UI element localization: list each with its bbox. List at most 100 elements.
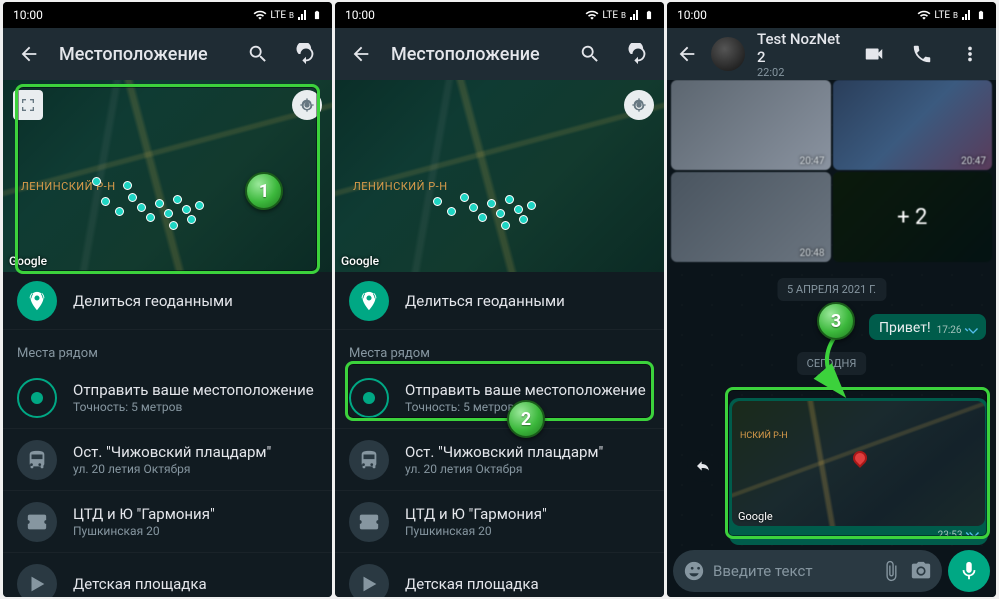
place-row-playground[interactable]: Детская площадка bbox=[3, 553, 332, 597]
google-logo: Google bbox=[738, 510, 773, 523]
share-live-location-row[interactable]: Делиться геоданными bbox=[335, 272, 664, 330]
send-current-location-row[interactable]: Отправить ваше местоположение Точность: … bbox=[3, 367, 332, 429]
more-icon[interactable] bbox=[952, 36, 988, 72]
appbar: Местоположение bbox=[335, 28, 664, 80]
mic-button[interactable] bbox=[948, 550, 990, 592]
status-bar: 10:00 LTE B bbox=[667, 2, 996, 28]
voice-call-icon[interactable] bbox=[904, 36, 940, 72]
date-chip: 5 АПРЕЛЯ 2021 Г. bbox=[777, 278, 886, 301]
media-album[interactable]: 20:47 20:47 20:48 + 2 bbox=[671, 80, 992, 262]
place-row-bus-stop[interactable]: Ост. "Чижовский плацдарм" ул. 20 летия О… bbox=[335, 429, 664, 491]
place-title: ЦТД и Ю "Гармония" bbox=[73, 505, 215, 523]
refresh-icon[interactable] bbox=[288, 36, 324, 72]
google-logo: Google bbox=[9, 254, 47, 268]
chat-name: Test NozNet 2 bbox=[757, 30, 844, 66]
chat-subtitle: 22:02 bbox=[757, 66, 844, 79]
status-time: 10:00 bbox=[345, 8, 375, 22]
thumb-2[interactable]: 20:47 bbox=[833, 80, 993, 170]
map-preview[interactable]: ЛЕНИНСКИЙ Р-Н Google bbox=[335, 80, 664, 272]
chat-title-box[interactable]: Test NozNet 2 22:02 bbox=[757, 30, 844, 79]
place-row-playground[interactable]: Детская площадка bbox=[335, 553, 664, 597]
place-row-bus-stop[interactable]: Ост. "Чижовский плацдарм" ул. 20 летия О… bbox=[3, 429, 332, 491]
video-call-icon[interactable] bbox=[856, 36, 892, 72]
my-location-icon[interactable] bbox=[292, 90, 322, 120]
location-list: Делиться геоданными Места рядом Отправит… bbox=[3, 272, 332, 597]
thumb-time: 20:48 bbox=[800, 248, 825, 259]
status-net-sup: B bbox=[621, 11, 626, 20]
thumb-1[interactable]: 20:47 bbox=[671, 80, 831, 170]
attach-icon[interactable] bbox=[880, 560, 902, 582]
place-sub: Пушкинская 20 bbox=[73, 524, 215, 538]
loc-time: 23:53 bbox=[938, 530, 963, 541]
place-sub: ул. 20 летия Октября bbox=[73, 462, 271, 476]
fullscreen-icon[interactable] bbox=[13, 90, 43, 120]
status-time: 10:00 bbox=[677, 8, 707, 22]
today-chip: СЕГОДНЯ bbox=[797, 352, 867, 375]
loc-district: НСКИЙ Р-Н bbox=[740, 431, 788, 441]
map-pin-icon bbox=[851, 448, 871, 468]
status-net-sup: B bbox=[289, 11, 294, 20]
screen-3-chat: 10:00 LTE B Test NozNet 2 22:02 20:47 20… bbox=[667, 2, 996, 597]
back-icon[interactable] bbox=[11, 36, 47, 72]
back-icon[interactable] bbox=[343, 36, 379, 72]
message-time: 17:26 bbox=[937, 325, 962, 336]
place-sub: ул. 20 летия Октября bbox=[405, 462, 603, 476]
place-sub: Пушкинская 20 bbox=[405, 524, 547, 538]
thumb-3[interactable]: 20:48 bbox=[671, 172, 831, 262]
callout-3: 3 bbox=[817, 302, 855, 340]
bus-icon bbox=[17, 440, 57, 480]
message-text: Привет! bbox=[879, 320, 931, 336]
message-input[interactable]: Введите текст bbox=[673, 550, 942, 592]
thumb-4-more[interactable]: + 2 bbox=[833, 172, 993, 262]
emoji-icon[interactable] bbox=[683, 560, 705, 582]
live-location-icon bbox=[17, 281, 57, 321]
status-net: LTE bbox=[934, 10, 950, 21]
callout-1: 1 bbox=[245, 172, 283, 210]
back-icon[interactable] bbox=[675, 36, 699, 72]
callout-2: 2 bbox=[507, 400, 545, 438]
appbar-title: Местоположение bbox=[59, 44, 228, 65]
chat-avatar[interactable] bbox=[711, 37, 745, 71]
share-live-location-row[interactable]: Делиться геоданными bbox=[3, 272, 332, 330]
place-row-harmony[interactable]: ЦТД и Ю "Гармония" Пушкинская 20 bbox=[335, 491, 664, 553]
screen-2-location-picker: 10:00 LTE B Местоположение ЛЕНИНСКИЙ Р-Н… bbox=[335, 2, 664, 597]
my-location-icon[interactable] bbox=[624, 90, 654, 120]
current-location-icon bbox=[349, 378, 389, 418]
thumb-more-label: + 2 bbox=[833, 172, 993, 262]
camera-icon[interactable] bbox=[910, 560, 932, 582]
place-title: Ост. "Чижовский плацдарм" bbox=[405, 443, 603, 461]
status-net-sup: B bbox=[953, 11, 958, 20]
search-icon[interactable] bbox=[240, 36, 276, 72]
send-current-title: Отправить ваше местоположение bbox=[405, 381, 646, 399]
chat-input-bar: Введите текст bbox=[667, 547, 996, 597]
current-location-icon bbox=[17, 378, 57, 418]
appbar-title: Местоположение bbox=[391, 44, 560, 65]
location-list: Делиться геоданными Места рядом Отправит… bbox=[335, 272, 664, 597]
location-message-bubble[interactable]: НСКИЙ Р-Н Google 23:53 bbox=[729, 398, 988, 545]
live-location-icon bbox=[349, 281, 389, 321]
send-current-sub: Точность: 5 метров bbox=[73, 400, 314, 414]
message-out[interactable]: Привет! 17:26 bbox=[869, 314, 986, 340]
status-net: LTE bbox=[602, 10, 618, 21]
send-current-location-row[interactable]: Отправить ваше местоположение Точность: … bbox=[335, 367, 664, 429]
refresh-icon[interactable] bbox=[620, 36, 656, 72]
input-placeholder: Введите текст bbox=[713, 562, 872, 580]
status-time: 10:00 bbox=[13, 8, 43, 22]
appbar: Местоположение bbox=[3, 28, 332, 80]
screen-1-location-picker: 10:00 LTE B Местоположение ЛЕНИНСКИЙ Р-Н… bbox=[3, 2, 332, 597]
google-logo: Google bbox=[341, 254, 379, 268]
map-preview[interactable]: ЛЕНИНСКИЙ Р-Н Google bbox=[3, 80, 332, 272]
place-title: ЦТД и Ю "Гармония" bbox=[405, 505, 547, 523]
ticket-icon bbox=[17, 502, 57, 542]
place-title: Детская площадка bbox=[73, 575, 207, 593]
ticket-icon bbox=[349, 502, 389, 542]
playground-icon bbox=[349, 564, 389, 598]
status-net: LTE bbox=[270, 10, 286, 21]
thumb-time: 20:47 bbox=[961, 156, 986, 167]
search-icon[interactable] bbox=[572, 36, 608, 72]
location-thumbnail[interactable]: НСКИЙ Р-Н Google bbox=[732, 401, 985, 526]
nearby-header: Места рядом bbox=[3, 330, 332, 367]
place-row-harmony[interactable]: ЦТД и Ю "Гармония" Пушкинская 20 bbox=[3, 491, 332, 553]
share-live-label: Делиться геоданными bbox=[405, 292, 565, 310]
forward-icon[interactable] bbox=[687, 450, 719, 482]
